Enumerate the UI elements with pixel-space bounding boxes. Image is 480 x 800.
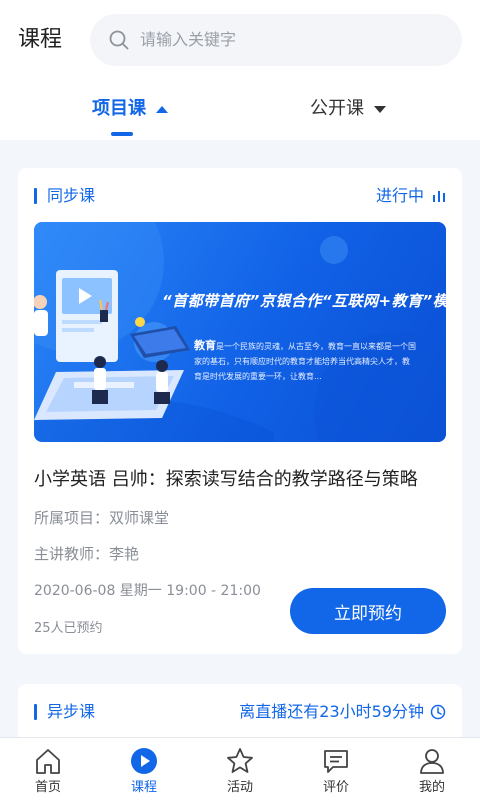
project-info: 所属项目：双师课堂	[34, 509, 170, 527]
schedule-info: 2020-06-08 星期一 19:00 - 21:00	[34, 583, 261, 599]
section-bar	[34, 704, 37, 720]
caret-down-icon	[374, 105, 386, 113]
banner-title: “首都带首府”京银合作“互联网+教育”模式	[162, 292, 446, 310]
clock-icon	[430, 704, 446, 720]
top-bar: 课程 请输入关键字 项目课 公开课	[0, 0, 480, 140]
caret-up-icon	[156, 105, 168, 113]
nav-review[interactable]: 评价	[288, 738, 384, 800]
nav-label: 评价	[322, 780, 349, 795]
section-title: 同步课	[47, 186, 96, 205]
section-bar	[34, 188, 37, 204]
banner-keyword: 教育	[194, 339, 216, 352]
bottom-nav: 首页 课程 活动 评价 我的	[0, 737, 480, 800]
course-banner[interactable]: “首都带首府”京银合作“互联网+教育”模式 教育是一个民族的灵魂，从古至今，教育…	[34, 222, 446, 442]
nav-label: 课程	[130, 780, 157, 795]
book-now-button[interactable]: 立即预约	[290, 588, 446, 634]
status-text: 进行中	[375, 186, 424, 205]
nav-label: 首页	[34, 780, 61, 795]
nav-label: 活动	[226, 780, 253, 795]
search-input[interactable]: 请输入关键字	[90, 14, 462, 66]
countdown-text: 离直播还有23小时59分钟	[239, 702, 424, 721]
tab-label: 项目课	[92, 98, 146, 119]
sync-course-card[interactable]: 同步课 进行中 “首都带首府”京银合作“互联网+教育”模式 教育是一个民族的灵魂…	[18, 168, 462, 654]
page-title: 课程	[18, 27, 63, 52]
banner-body: 是一个民族的灵魂，从古至今，教育一直以来都是一个国家的基石，只有顺应时代的教育才…	[194, 342, 416, 381]
live-bars-icon	[433, 191, 445, 202]
teacher-info: 主讲教师：李艳	[34, 545, 140, 563]
home-icon	[36, 749, 60, 774]
status-badge: 进行中	[376, 186, 446, 206]
play-icon	[131, 748, 157, 774]
course-title: 小学英语 吕帅：探索读写结合的教学路径与策略	[34, 469, 418, 490]
search-icon	[109, 30, 129, 50]
star-icon	[227, 748, 253, 773]
section-title: 异步课	[47, 702, 96, 721]
course-type-tabs: 项目课 公开课	[0, 86, 480, 138]
booked-count: 25人已预约	[34, 621, 103, 636]
comment-icon	[324, 750, 348, 773]
nav-home[interactable]: 首页	[0, 738, 96, 800]
nav-mine[interactable]: 我的	[384, 738, 480, 800]
tab-indicator	[111, 132, 133, 136]
tab-label: 公开课	[310, 98, 364, 119]
section-header: 同步课	[34, 186, 95, 206]
nav-course[interactable]: 课程	[96, 738, 192, 800]
nav-label: 我的	[418, 780, 445, 795]
countdown-badge: 离直播还有23小时59分钟	[239, 702, 446, 722]
tab-project-course[interactable]: 项目课	[92, 94, 168, 124]
user-icon	[420, 749, 444, 774]
section-header: 异步课	[34, 702, 95, 722]
search-placeholder: 请输入关键字	[140, 30, 237, 49]
nav-activity[interactable]: 活动	[192, 738, 288, 800]
banner-text: 教育是一个民族的灵魂，从古至今，教育一直以来都是一个国家的基石，只有顺应时代的教…	[194, 338, 416, 384]
tab-public-course[interactable]: 公开课	[310, 94, 386, 124]
banner-illustration	[34, 222, 446, 442]
